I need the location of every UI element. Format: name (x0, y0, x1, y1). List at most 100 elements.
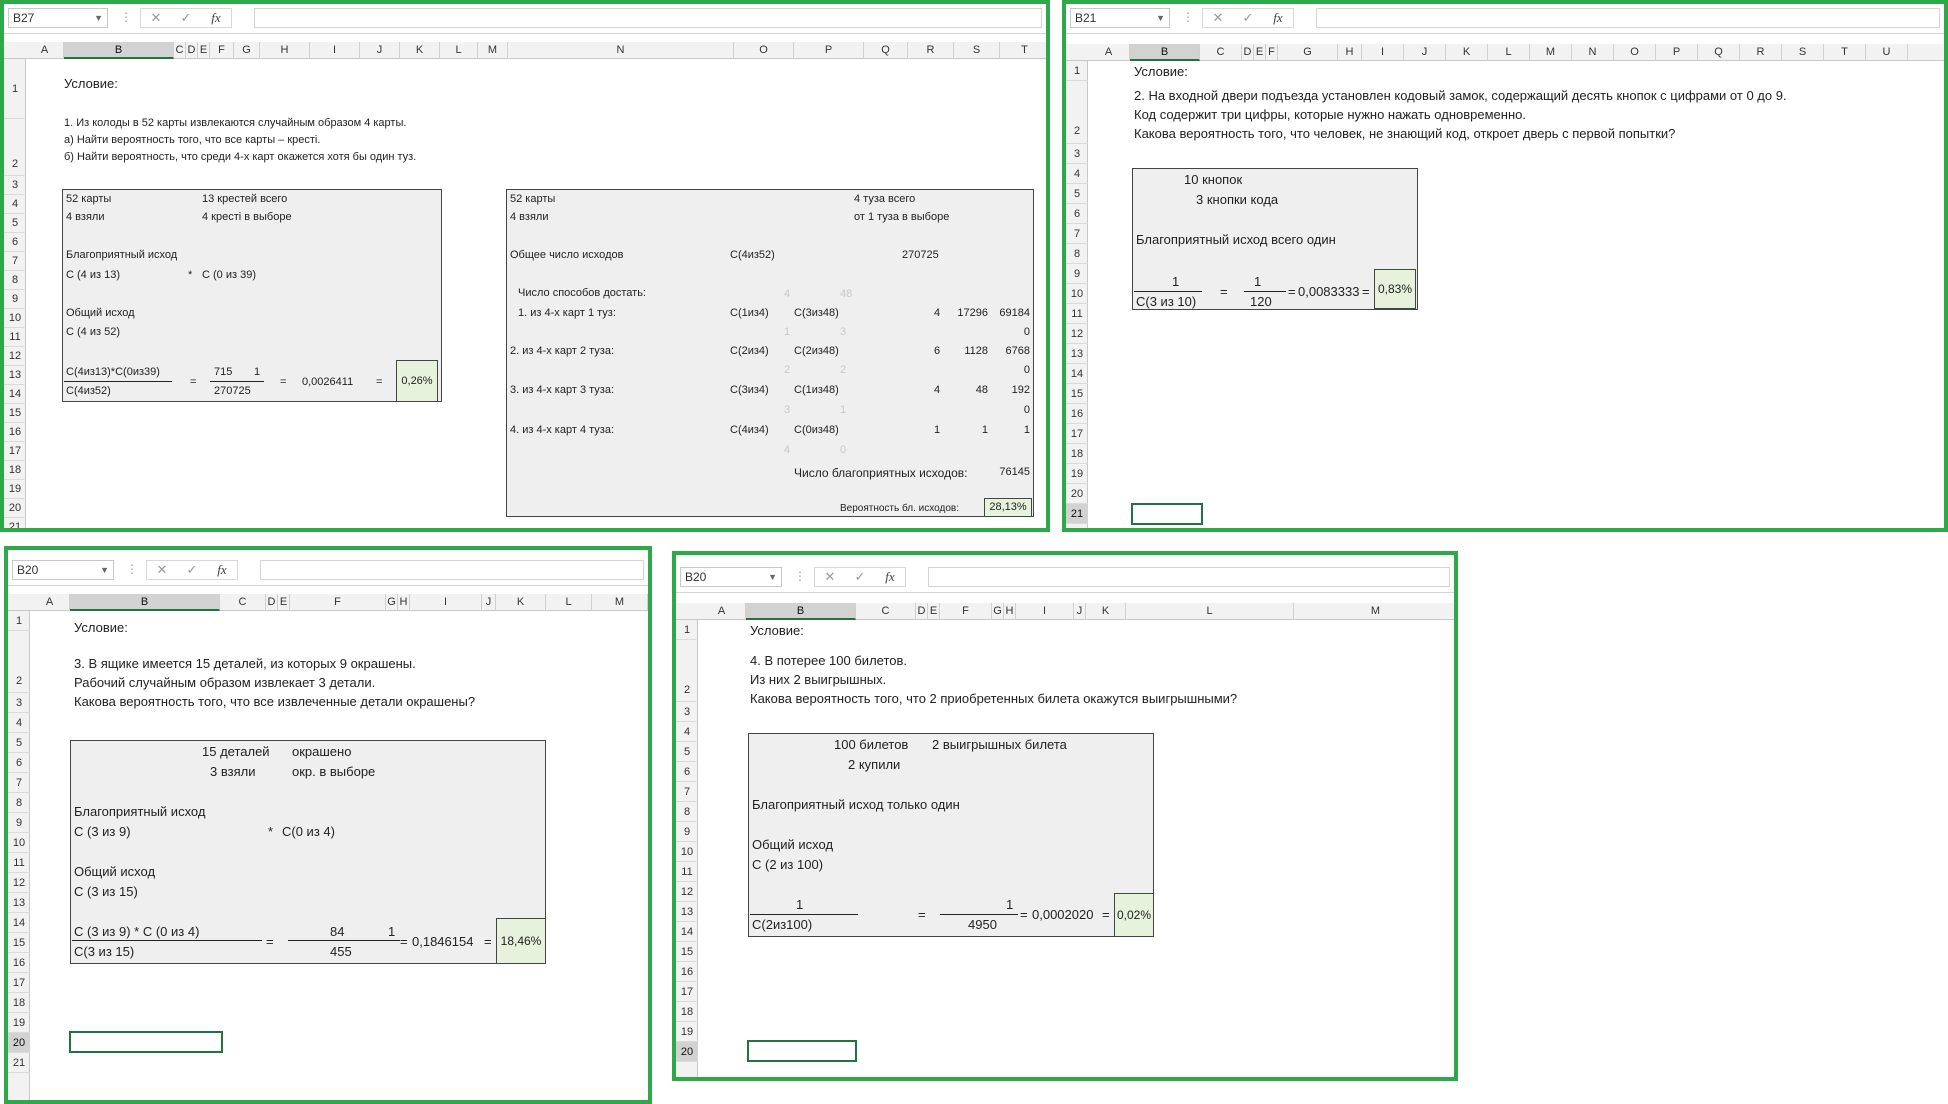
row-header[interactable]: 3 (676, 702, 698, 722)
column-header[interactable]: I (1362, 44, 1404, 61)
result-cell[interactable]: 0,26% (396, 360, 438, 402)
column-header[interactable]: L (440, 42, 478, 59)
row-header[interactable]: 2 (1066, 81, 1088, 144)
column-header[interactable]: G (386, 594, 398, 611)
column-header[interactable]: A (30, 594, 70, 611)
row-header[interactable]: 3 (4, 176, 26, 195)
column-header[interactable]: E (1254, 44, 1266, 61)
fx-icon[interactable]: fx (1263, 9, 1293, 27)
column-header[interactable]: A (26, 42, 64, 59)
row-header[interactable]: 6 (8, 753, 30, 773)
column-header[interactable]: M (592, 594, 648, 611)
row-header[interactable]: 11 (676, 862, 698, 882)
row-header[interactable]: 16 (676, 962, 698, 982)
column-header[interactable]: E (198, 42, 210, 59)
row-header[interactable]: 18 (1066, 444, 1088, 464)
row-header[interactable]: 17 (1066, 424, 1088, 444)
row-header[interactable]: 7 (1066, 224, 1088, 244)
row-header[interactable]: 14 (4, 385, 26, 404)
row-header[interactable]: 18 (676, 1002, 698, 1022)
row-header[interactable]: 4 (8, 713, 30, 733)
column-header[interactable]: D (186, 42, 198, 59)
column-header[interactable]: C (856, 603, 916, 620)
row-header[interactable]: 18 (4, 461, 26, 480)
row-header[interactable]: 10 (1066, 284, 1088, 304)
column-header[interactable]: P (1656, 44, 1698, 61)
selected-cell[interactable] (747, 1040, 857, 1062)
column-header[interactable]: M (1294, 603, 1454, 620)
column-header[interactable]: Q (1698, 44, 1740, 61)
row-header[interactable]: 20 (676, 1042, 698, 1062)
close-icon[interactable]: ✕ (815, 568, 845, 586)
row-header[interactable]: 15 (1066, 384, 1088, 404)
row-header[interactable]: 1 (676, 620, 698, 640)
column-header[interactable]: L (1488, 44, 1530, 61)
column-header[interactable]: B (746, 603, 856, 620)
row-header[interactable]: 16 (8, 953, 30, 973)
column-header[interactable]: E (278, 594, 290, 611)
column-header[interactable]: O (734, 42, 794, 59)
column-header[interactable]: B (70, 594, 220, 611)
row-header[interactable]: 16 (4, 423, 26, 442)
column-header[interactable]: J (1404, 44, 1446, 61)
selected-cell[interactable] (69, 1031, 223, 1053)
row-header[interactable]: 7 (676, 782, 698, 802)
row-header[interactable]: 11 (4, 328, 26, 347)
result-cell[interactable]: 18,46% (496, 918, 546, 964)
chevron-down-icon[interactable]: ▼ (94, 9, 103, 27)
row-header[interactable]: 2 (8, 631, 30, 693)
column-header[interactable]: D (1242, 44, 1254, 61)
column-header[interactable]: I (1016, 603, 1074, 620)
result-cell[interactable]: 0,83% (1374, 269, 1416, 309)
row-header[interactable]: 5 (4, 214, 26, 233)
row-header[interactable]: 17 (8, 973, 30, 993)
column-header[interactable]: E (928, 603, 940, 620)
row-header[interactable]: 12 (4, 347, 26, 366)
column-header[interactable]: C (220, 594, 266, 611)
row-header[interactable]: 1 (1066, 61, 1088, 81)
column-header[interactable]: C (174, 42, 186, 59)
column-header[interactable]: L (546, 594, 592, 611)
fx-icon[interactable]: fx (875, 568, 905, 586)
row-header[interactable]: 5 (676, 742, 698, 762)
formula-input[interactable] (1316, 8, 1940, 28)
row-header[interactable]: 13 (1066, 344, 1088, 364)
row-header[interactable]: 12 (8, 873, 30, 893)
row-header[interactable]: 10 (676, 842, 698, 862)
column-header[interactable]: J (1074, 603, 1086, 620)
row-header[interactable]: 8 (4, 271, 26, 290)
check-icon[interactable]: ✓ (1233, 9, 1263, 27)
row-header[interactable]: 12 (1066, 324, 1088, 344)
column-header[interactable]: G (1278, 44, 1338, 61)
column-header[interactable]: K (1446, 44, 1488, 61)
row-header[interactable]: 2 (676, 640, 698, 702)
result-cell[interactable]: 0,02% (1114, 893, 1154, 937)
row-header[interactable]: 12 (676, 882, 698, 902)
column-header[interactable]: A (1088, 44, 1130, 61)
row-header[interactable]: 17 (676, 982, 698, 1002)
column-header[interactable]: B (1130, 44, 1200, 61)
row-header[interactable]: 2 (4, 119, 26, 176)
column-header[interactable]: J (360, 42, 400, 59)
column-header[interactable]: T (1000, 42, 1046, 59)
column-header[interactable]: J (482, 594, 496, 611)
column-header[interactable]: F (210, 42, 234, 59)
column-header[interactable]: C (1200, 44, 1242, 61)
row-header[interactable]: 21 (1066, 504, 1088, 524)
column-header[interactable]: Q (864, 42, 908, 59)
row-header[interactable]: 11 (8, 853, 30, 873)
row-header[interactable]: 3 (8, 693, 30, 713)
row-header[interactable]: 9 (676, 822, 698, 842)
column-header[interactable]: F (940, 603, 992, 620)
column-header[interactable]: F (290, 594, 386, 611)
row-header[interactable]: 7 (8, 773, 30, 793)
row-header[interactable]: 17 (4, 442, 26, 461)
row-header[interactable]: 9 (1066, 264, 1088, 284)
chevron-down-icon[interactable]: ▼ (768, 568, 777, 586)
chevron-down-icon[interactable]: ▼ (1156, 9, 1165, 27)
name-box[interactable]: B27 ▼ (8, 8, 108, 28)
row-header[interactable]: 1 (4, 59, 26, 119)
row-header[interactable]: 9 (4, 290, 26, 309)
row-header[interactable]: 6 (4, 233, 26, 252)
row-header[interactable]: 15 (4, 404, 26, 423)
